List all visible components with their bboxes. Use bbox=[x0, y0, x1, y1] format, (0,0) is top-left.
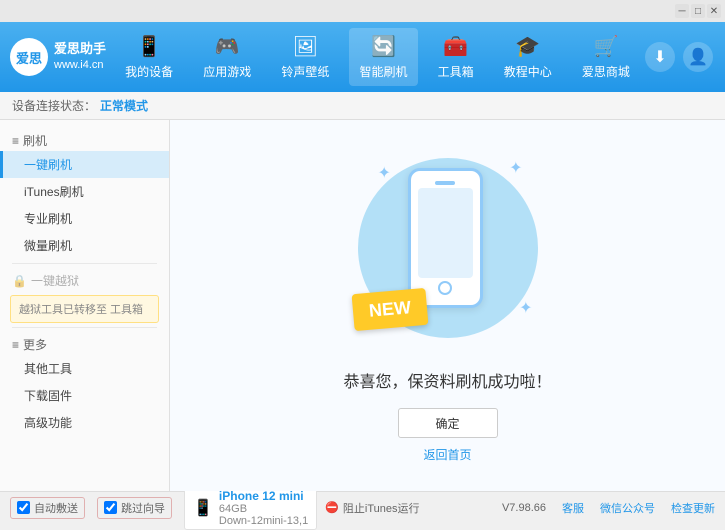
auto-send-checkbox[interactable] bbox=[17, 501, 30, 514]
sidebar-item-advanced[interactable]: 高级功能 bbox=[0, 409, 169, 436]
status-bar: 设备连接状态： 正常模式 bbox=[0, 92, 725, 120]
bottom-bar: 自动敷送 跳过向导 📱 iPhone 12 mini 64GB Down-12m… bbox=[0, 491, 725, 523]
phone-speaker bbox=[435, 181, 455, 185]
back-home-link[interactable]: 返回首页 bbox=[423, 446, 471, 463]
device-info: iPhone 12 mini 64GB Down-12mini-13,1 bbox=[219, 489, 308, 527]
sidebar-divider-1 bbox=[12, 263, 157, 264]
top-nav: 爱思 爱思助手 www.i4.cn 📱 我的设备 🎮 应用游戏 🖼 铃声壁纸 🔄… bbox=[0, 22, 725, 92]
nav-item-my-device[interactable]: 📱 我的设备 bbox=[115, 28, 183, 86]
sidebar-item-one-key-flash[interactable]: 一键刷机 bbox=[0, 151, 169, 178]
check-update-link[interactable]: 检查更新 bbox=[671, 500, 715, 516]
sidebar-item-save-flash[interactable]: 微量刷机 bbox=[0, 232, 169, 259]
wallpaper-nav-icon: 🖼 bbox=[293, 34, 318, 59]
nav-item-apps[interactable]: 🎮 应用游戏 bbox=[193, 28, 261, 86]
tutorials-nav-icon: 🎓 bbox=[515, 34, 540, 59]
apps-nav-icon: 🎮 bbox=[215, 34, 240, 59]
logo-area: 爱思 爱思助手 www.i4.cn bbox=[0, 38, 110, 76]
jailbreak-section-title: 🔒 一键越狱 bbox=[0, 268, 169, 291]
sparkle-icon-3: ✦ bbox=[519, 298, 532, 318]
flash-section-title: ≡ 刷机 bbox=[0, 128, 169, 151]
wechat-link[interactable]: 微信公众号 bbox=[600, 500, 655, 516]
sidebar-item-pro-flash[interactable]: 专业刷机 bbox=[0, 205, 169, 232]
confirm-button[interactable]: 确定 bbox=[398, 408, 498, 438]
nav-item-toolbox[interactable]: 🧰 工具箱 bbox=[428, 28, 484, 86]
customer-service-link[interactable]: 客服 bbox=[562, 500, 584, 516]
sparkle-icon-1: ✦ bbox=[378, 163, 391, 183]
phone-device bbox=[408, 168, 483, 308]
device-phone-icon: 📱 bbox=[193, 498, 213, 518]
checkbox-auto-send[interactable]: 自动敷送 bbox=[10, 497, 85, 519]
sparkle-icon-2: ✦ bbox=[509, 158, 522, 178]
flash-nav-icon: 🔄 bbox=[371, 34, 396, 59]
nav-item-store[interactable]: 🛒 爱思商城 bbox=[572, 28, 640, 86]
more-section-title: ≡ 更多 bbox=[0, 332, 169, 355]
sidebar-divider-2 bbox=[12, 327, 157, 328]
user-button[interactable]: 👤 bbox=[683, 42, 713, 72]
stop-icon: ⛔ bbox=[325, 501, 339, 514]
sidebar-item-other-tools[interactable]: 其他工具 bbox=[0, 355, 169, 382]
maximize-button[interactable]: □ bbox=[691, 4, 705, 18]
sidebar: ≡ 刷机 一键刷机 iTunes刷机 专业刷机 微量刷机 🔒 一键越狱 越狱工具… bbox=[0, 120, 170, 491]
minimize-button[interactable]: ─ bbox=[675, 4, 689, 18]
phone-home-button bbox=[438, 281, 452, 295]
download-button[interactable]: ⬇ bbox=[645, 42, 675, 72]
nav-item-tutorials[interactable]: 🎓 教程中心 bbox=[494, 28, 562, 86]
toolbox-nav-icon: 🧰 bbox=[443, 34, 468, 59]
success-text: 恭喜您，保资料刷机成功啦！ bbox=[343, 368, 551, 392]
phone-nav-icon: 📱 bbox=[137, 34, 162, 59]
nav-right: ⬇ 👤 bbox=[645, 42, 725, 72]
store-nav-icon: 🛒 bbox=[593, 34, 618, 59]
sidebar-item-download-fw[interactable]: 下载固件 bbox=[0, 382, 169, 409]
logo-text: 爱思助手 www.i4.cn bbox=[54, 41, 106, 72]
title-bar: ─ □ ✕ bbox=[0, 0, 725, 22]
phone-illustration: ✦ ✦ ✦ NEW bbox=[348, 148, 548, 348]
jailbreak-warning: 越狱工具已转移至 工具箱 bbox=[10, 295, 159, 323]
stop-itunes-button[interactable]: ⛔ 阻止iTunes运行 bbox=[325, 500, 419, 516]
phone-screen bbox=[418, 188, 473, 278]
sidebar-item-itunes-flash[interactable]: iTunes刷机 bbox=[0, 178, 169, 205]
main-layout: ≡ 刷机 一键刷机 iTunes刷机 专业刷机 微量刷机 🔒 一键越狱 越狱工具… bbox=[0, 120, 725, 491]
version-label: V7.98.66 bbox=[502, 502, 546, 514]
nav-items: 📱 我的设备 🎮 应用游戏 🖼 铃声壁纸 🔄 智能刷机 🧰 工具箱 🎓 教程中心… bbox=[110, 28, 645, 86]
bottom-right: V7.98.66 客服 微信公众号 检查更新 bbox=[502, 500, 715, 516]
nav-item-smart-flash[interactable]: 🔄 智能刷机 bbox=[349, 28, 417, 86]
new-badge: NEW bbox=[351, 288, 428, 331]
nav-item-wallpaper[interactable]: 🖼 铃声壁纸 bbox=[271, 28, 339, 86]
logo-icon: 爱思 bbox=[10, 38, 48, 76]
close-button[interactable]: ✕ bbox=[707, 4, 721, 18]
skip-wizard-checkbox[interactable] bbox=[104, 501, 117, 514]
content-area: ✦ ✦ ✦ NEW 恭喜您，保资料刷机成功啦！ 确定 返回首页 bbox=[170, 120, 725, 491]
checkbox-skip-wizard[interactable]: 跳过向导 bbox=[97, 497, 172, 519]
